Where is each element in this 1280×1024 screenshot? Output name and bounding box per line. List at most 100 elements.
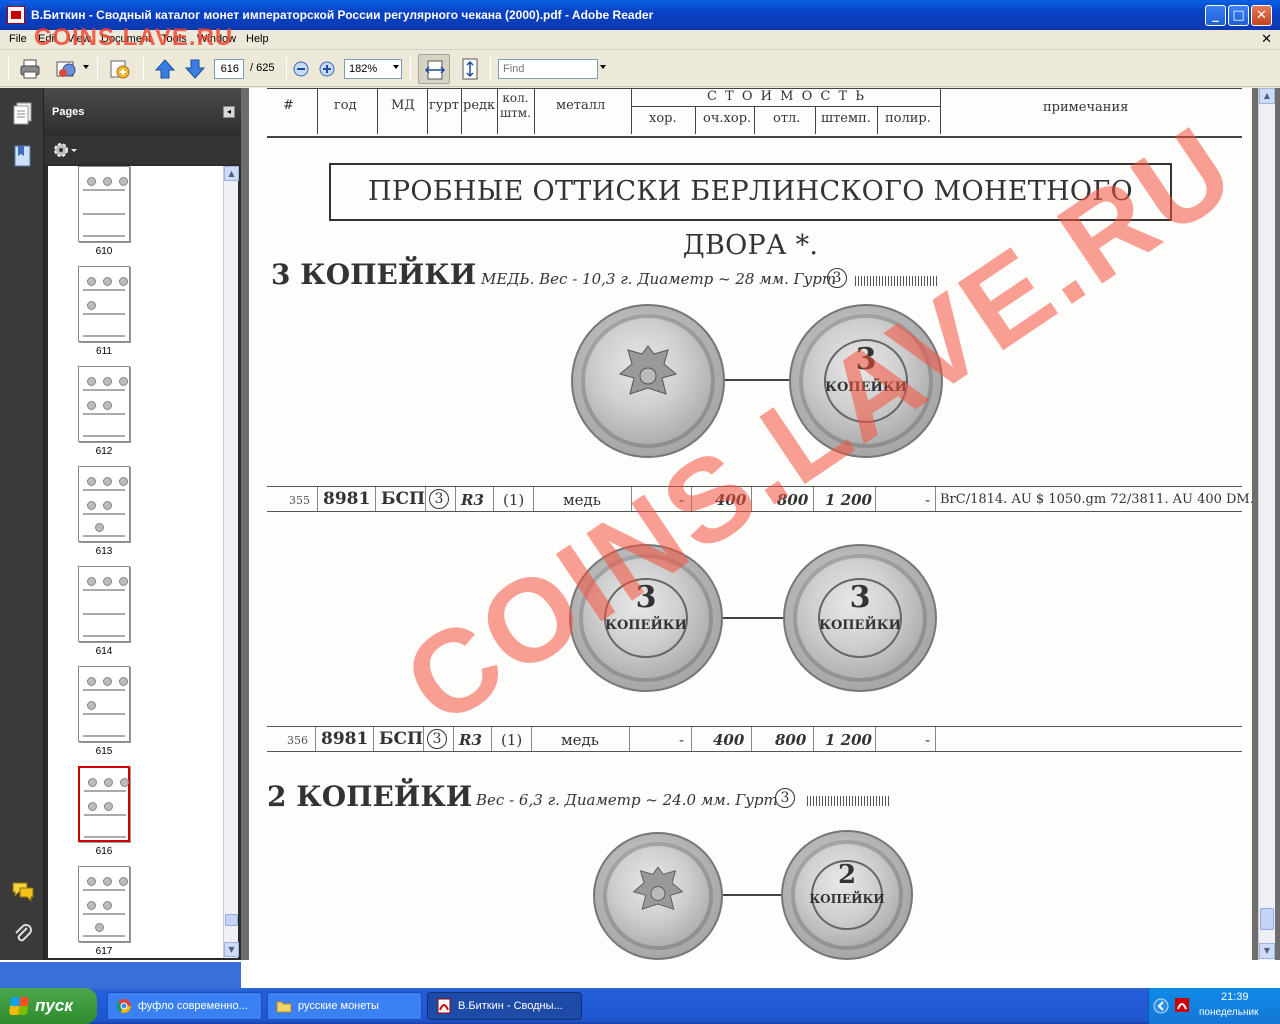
row-md: БСП — [379, 729, 424, 749]
row-count: (1) — [501, 731, 523, 749]
scroll-down-icon[interactable]: ▼ — [224, 942, 239, 957]
toolbar-separator — [97, 57, 98, 81]
print-icon[interactable] — [18, 57, 42, 81]
thumbnail-coin — [88, 802, 97, 811]
page-thumbnail[interactable] — [78, 666, 130, 742]
row-num: 355 — [289, 494, 310, 507]
denomination-title-2k: 2 КОПЕЙКИ — [267, 780, 473, 813]
header-grade-vf: хор. — [649, 111, 677, 126]
coin-reverse-3k: 3 КОПЕЙКИ — [789, 304, 943, 458]
menu-file[interactable]: File — [9, 33, 27, 45]
email-dropdown-icon[interactable] — [83, 65, 89, 69]
document-scroll-thumb[interactable] — [1260, 908, 1274, 930]
menu-view[interactable]: View — [67, 33, 91, 45]
header-grade-bu: штемп. — [821, 111, 871, 126]
scroll-up-icon[interactable]: ▲ — [1259, 88, 1275, 104]
fit-page-icon[interactable] — [458, 57, 482, 81]
maximize-button[interactable]: □ — [1228, 5, 1249, 26]
menu-bar: File Edit View Document Tools Window Hel… — [0, 30, 1280, 50]
page-thumbnail[interactable] — [78, 866, 130, 942]
thumbnail-coin — [87, 277, 96, 286]
close-document-icon[interactable]: ✕ — [1261, 32, 1272, 47]
zoom-out-icon[interactable] — [292, 60, 310, 78]
collaborate-icon[interactable] — [107, 57, 131, 81]
close-button[interactable]: ✕ — [1251, 5, 1272, 26]
coin-obverse-eagle-2k — [593, 832, 723, 960]
thumbnail-line — [84, 790, 126, 792]
previous-page-icon[interactable] — [153, 57, 177, 81]
scroll-up-icon[interactable]: ▲ — [224, 166, 239, 181]
row-value-bu: 1 200 — [825, 731, 872, 749]
menu-help[interactable]: Help — [246, 33, 269, 45]
email-icon[interactable] — [54, 57, 78, 81]
adobe-reader-icon — [437, 998, 451, 1014]
row-value-xf: 400 — [715, 491, 747, 509]
edge-pattern — [807, 796, 889, 806]
header-num: # — [283, 98, 294, 113]
menu-document[interactable]: Document — [101, 33, 151, 45]
page-thumbnail[interactable] — [78, 266, 130, 342]
taskbar-item-adobe-reader[interactable]: В.Биткин - Сводны... — [427, 992, 582, 1020]
thumbnail-coin — [119, 477, 128, 486]
coin-denomination-word: КОПЕЙКИ — [605, 618, 687, 633]
comments-panel-icon[interactable] — [11, 880, 35, 902]
scroll-down-icon[interactable]: ▼ — [1259, 943, 1275, 959]
page-thumbnail[interactable] — [78, 466, 130, 542]
next-page-icon[interactable] — [183, 57, 207, 81]
adobe-updater-icon[interactable] — [1173, 996, 1191, 1014]
header-grade-xf: оч.хор. — [703, 111, 752, 126]
page-thumbnail-label: 615 — [95, 746, 113, 757]
taskbar-item-folder[interactable]: русские монеты — [267, 992, 422, 1020]
row-metal: медь — [561, 731, 599, 749]
catalog-row-356[interactable]: 356 8981 БСП 3 R3 (1) медь - 400 800 1 2… — [267, 726, 1242, 752]
start-button[interactable]: пуск — [0, 988, 97, 1024]
menu-edit[interactable]: Edit — [38, 33, 57, 45]
document-scrollbar[interactable]: ▲ ▼ — [1258, 88, 1275, 960]
thumbnail-coin — [95, 523, 104, 532]
section-title: ПРОБНЫЕ ОТТИСКИ БЕРЛИНСКОГО МОНЕТНОГО ДВ… — [329, 163, 1172, 261]
attachments-panel-icon[interactable] — [12, 922, 34, 946]
zoom-level-select[interactable]: 182% — [344, 59, 402, 79]
thumbnail-line — [83, 735, 125, 737]
find-dropdown-icon[interactable] — [600, 65, 606, 69]
document-viewport[interactable]: # год МД гурт редк кол. штм. металл С Т … — [241, 88, 1280, 960]
taskbar-item-label: фуфло современно... — [138, 1000, 248, 1012]
menu-tools[interactable]: Tools — [161, 33, 187, 45]
menu-window[interactable]: Window — [197, 33, 236, 45]
adobe-reader-icon — [7, 6, 25, 24]
thumbnails-scrollbar[interactable]: ▲ ▼ — [223, 166, 239, 958]
header-metal: металл — [556, 98, 606, 113]
denomination-subtitle-3k: МЕДЬ. Вес - 10,3 г. Диаметр ~ 28 мм. Гур… — [481, 270, 837, 288]
zoom-dropdown-icon[interactable] — [393, 65, 399, 69]
page-thumbnail[interactable] — [78, 566, 130, 642]
page-thumbnail[interactable] — [78, 366, 130, 442]
page-thumbnail-label: 617 — [95, 946, 113, 957]
fit-width-button[interactable] — [418, 54, 450, 84]
system-tray: 21:39 понедельник — [1148, 988, 1280, 1024]
catalog-row-355[interactable]: 355 8981 БСП 3 R3 (1) медь - 400 800 1 2… — [267, 486, 1252, 512]
taskbar-item-chrome[interactable]: фуфло современно... — [107, 992, 262, 1020]
thumbnail-line — [83, 389, 125, 391]
page-thumbnail[interactable] — [78, 766, 130, 842]
find-input[interactable] — [498, 59, 598, 79]
coin-value: 3 — [635, 580, 657, 615]
toolbar-grip — [8, 57, 9, 81]
pages-panel-icon[interactable] — [12, 102, 34, 126]
bookmarks-panel-icon[interactable] — [12, 144, 34, 168]
title-bar[interactable]: В.Биткин - Сводный каталог монет императ… — [0, 0, 1280, 30]
thumbnails-scroll-thumb[interactable] — [225, 914, 238, 926]
page-thumbnail[interactable] — [78, 166, 130, 242]
collapse-panel-icon[interactable]: ◂ — [223, 106, 235, 118]
thumbnail-line — [83, 613, 125, 615]
minimize-button[interactable]: _ — [1205, 5, 1226, 26]
zoom-in-icon[interactable] — [318, 60, 336, 78]
thumbnail-line — [84, 814, 126, 816]
tray-expand-icon[interactable] — [1153, 998, 1169, 1014]
options-gear-icon[interactable] — [52, 141, 78, 159]
page-number-input[interactable]: 616 — [214, 59, 244, 79]
thumbnail-coin — [88, 778, 97, 787]
thumbnail-coin — [103, 901, 112, 910]
thumbnail-line — [83, 689, 125, 691]
row-value-vf: - — [679, 731, 685, 749]
thumbnail-coin — [87, 677, 96, 686]
